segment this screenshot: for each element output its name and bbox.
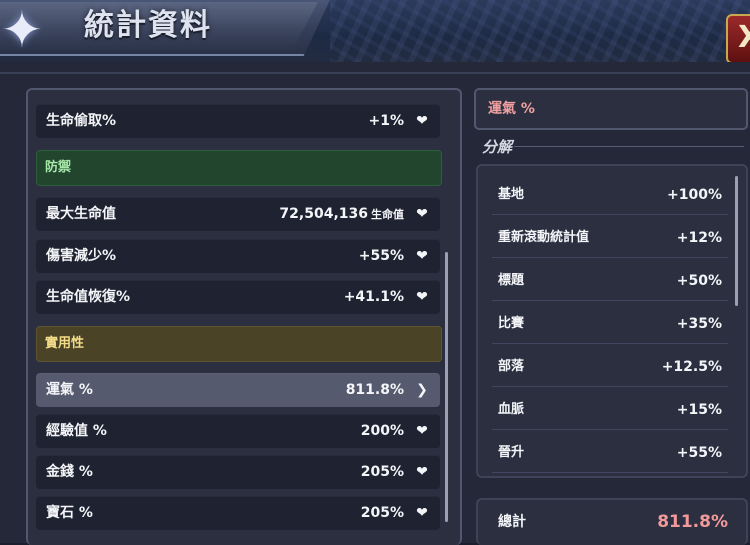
total-label: 總計: [498, 514, 526, 530]
stat-label: 經驗值 %: [46, 423, 107, 439]
breakdown-label: 基地: [498, 187, 525, 202]
chevron-down-icon[interactable]: ❤: [412, 104, 432, 138]
breakdown-label: 晉升: [498, 445, 525, 460]
chevron-down-icon[interactable]: ❤: [412, 414, 432, 448]
section-label: 防禦: [45, 160, 72, 175]
stat-value: 205%: [360, 505, 404, 521]
breakdown-label: 血脈: [498, 402, 525, 417]
page-title: 統計資料: [84, 8, 212, 43]
stat-row-life-steal[interactable]: 生命偷取% +1% ❤: [36, 104, 440, 138]
stat-value: +55%: [358, 248, 404, 264]
breakdown-value: +12.5%: [661, 359, 722, 375]
breakdown-list: 基地 +100% 重新滾動統計值 +12% 標題 +50% 比賽 +35% 部落…: [476, 164, 748, 478]
section-defense: 防禦: [36, 150, 442, 186]
breakdown-row: 部落 +12.5%: [492, 348, 728, 387]
stat-label: 運氣 %: [46, 382, 93, 398]
stat-label: 金錢 %: [46, 464, 93, 480]
breakdown-value: +55%: [676, 445, 722, 461]
divider: [514, 146, 744, 147]
chevron-down-icon[interactable]: ❤: [412, 455, 432, 489]
stat-label: 生命偷取%: [46, 113, 117, 129]
stat-value: +41.1%: [343, 289, 404, 305]
breakdown-header: 分解: [482, 138, 513, 156]
breakdown-value: +12%: [676, 230, 722, 246]
breakdown-label: 部落: [498, 359, 525, 374]
stat-row-gems[interactable]: 寶石 % 205% ❤: [36, 496, 440, 530]
chevron-down-icon[interactable]: ❤: [412, 280, 432, 314]
detail-title: 運氣 %: [488, 101, 535, 117]
stat-unit: 生命值: [371, 208, 404, 221]
stat-row-max-hp[interactable]: 最大生命值 72,504,136 生命值 ❤: [36, 197, 440, 231]
breakdown-value: +15%: [676, 402, 722, 418]
breakdown-row: 比賽 +35%: [492, 305, 728, 344]
stat-label: 傷害減少%: [46, 248, 117, 264]
stats-list-panel: 生命偷取% +1% ❤ 防禦 最大生命值 72,504,136 生命值 ❤ 傷害減…: [26, 88, 462, 545]
breakdown-row: 晉升 +55%: [492, 434, 728, 473]
breakdown-row: 基地 +100%: [492, 176, 728, 215]
stat-value: 205%: [360, 464, 404, 480]
breakdown-scrollbar[interactable]: [735, 176, 738, 306]
total-value: 811.8%: [657, 512, 728, 532]
stat-value: +1%: [368, 113, 405, 129]
chevron-right-icon[interactable]: ❯: [412, 373, 432, 407]
breakdown-label: 重新滾動統計值: [498, 230, 590, 245]
stat-row-hp-regen[interactable]: 生命值恢復% +41.1% ❤: [36, 280, 440, 314]
breakdown-value: +100%: [667, 187, 722, 203]
stat-value: 72,504,136 生命值: [279, 206, 404, 222]
total-box: 總計 811.8%: [476, 498, 748, 545]
close-button[interactable]: X: [726, 14, 750, 62]
stat-label: 生命值恢復%: [46, 289, 131, 305]
star-emblem-icon: ✦: [1, 1, 43, 59]
stats-scrollbar[interactable]: [445, 252, 448, 522]
breakdown-row: 標題 +50%: [492, 262, 728, 301]
stat-row-luck[interactable]: 運氣 % 811.8% ❯: [36, 373, 440, 407]
detail-title-box: 運氣 %: [474, 88, 748, 130]
stat-label: 最大生命值: [46, 206, 116, 222]
stat-row-gold[interactable]: 金錢 % 205% ❤: [36, 455, 440, 489]
stat-value: 200%: [360, 423, 404, 439]
breakdown-label: 標題: [498, 273, 525, 288]
section-utility: 實用性: [36, 326, 442, 362]
chevron-down-icon[interactable]: ❤: [412, 239, 432, 273]
breakdown-value: +50%: [676, 273, 722, 289]
section-label: 實用性: [45, 336, 85, 351]
stat-label: 寶石 %: [46, 505, 93, 521]
breakdown-label: 比賽: [498, 316, 525, 331]
breakdown-row: 重新滾動統計值 +12%: [492, 219, 728, 258]
chevron-down-icon[interactable]: ❤: [412, 496, 432, 530]
stat-row-damage-reduction[interactable]: 傷害減少% +55% ❤: [36, 239, 440, 273]
breakdown-row: 血脈 +15%: [492, 391, 728, 430]
top-banner: ✦ 統計資料 X: [0, 0, 750, 62]
stat-row-xp[interactable]: 經驗值 % 200% ❤: [36, 414, 440, 448]
breakdown-value: +35%: [676, 316, 722, 332]
stat-value: 811.8%: [345, 382, 404, 398]
chevron-down-icon[interactable]: ❤: [412, 197, 432, 231]
